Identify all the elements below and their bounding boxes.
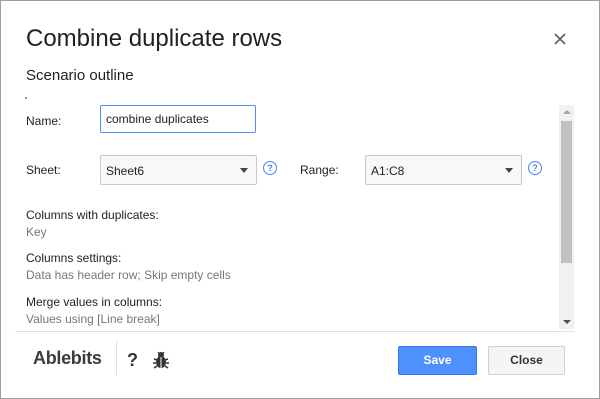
name-label: Name:	[26, 114, 62, 128]
columns-duplicates-value: Key	[26, 225, 47, 239]
footer-separator	[116, 341, 117, 375]
sheet-help-icon[interactable]: ?	[263, 161, 277, 175]
range-help-icon[interactable]: ?	[528, 161, 542, 175]
footer-divider	[15, 331, 575, 332]
scenario-name-input[interactable]	[100, 105, 256, 133]
sheet-label: Sheet:	[26, 163, 61, 177]
sheet-select-value: Sheet6	[106, 164, 145, 178]
close-icon[interactable]	[549, 28, 571, 50]
columns-settings-heading: Columns settings:	[26, 251, 122, 265]
scenario-scroll-area: Name: Sheet: Sheet6 ? Range: A1:C8 ? Col…	[15, 101, 575, 331]
dialog-title: Combine duplicate rows	[26, 25, 283, 52]
ablebits-logo: Ablebits	[33, 348, 102, 368]
merge-values-heading: Merge values in columns:	[26, 295, 163, 309]
decorative-dot	[25, 97, 27, 99]
combine-duplicate-rows-dialog: Combine duplicate rows Scenario outline …	[0, 0, 600, 399]
chevron-down-icon	[240, 168, 248, 173]
scroll-up-arrow-icon[interactable]	[563, 110, 571, 114]
save-button[interactable]: Save	[398, 346, 477, 375]
columns-duplicates-heading: Columns with duplicates:	[26, 208, 159, 222]
close-button[interactable]: Close	[488, 346, 565, 375]
chevron-down-icon	[505, 168, 513, 173]
merge-values-value: Values using [Line break]	[26, 312, 160, 326]
scroll-down-arrow-icon[interactable]	[563, 320, 571, 324]
sheet-select[interactable]: Sheet6	[100, 155, 257, 185]
range-select-value: A1:C8	[371, 164, 405, 178]
help-icon[interactable]: ?	[127, 350, 138, 371]
section-subtitle: Scenario outline	[26, 67, 134, 84]
range-label: Range:	[300, 163, 339, 177]
vertical-scrollbar[interactable]	[559, 105, 574, 329]
columns-settings-value: Data has header row; Skip empty cells	[26, 268, 231, 282]
bug-report-icon[interactable]	[152, 350, 170, 370]
scrollbar-thumb[interactable]	[561, 121, 572, 263]
range-select[interactable]: A1:C8	[365, 155, 522, 185]
